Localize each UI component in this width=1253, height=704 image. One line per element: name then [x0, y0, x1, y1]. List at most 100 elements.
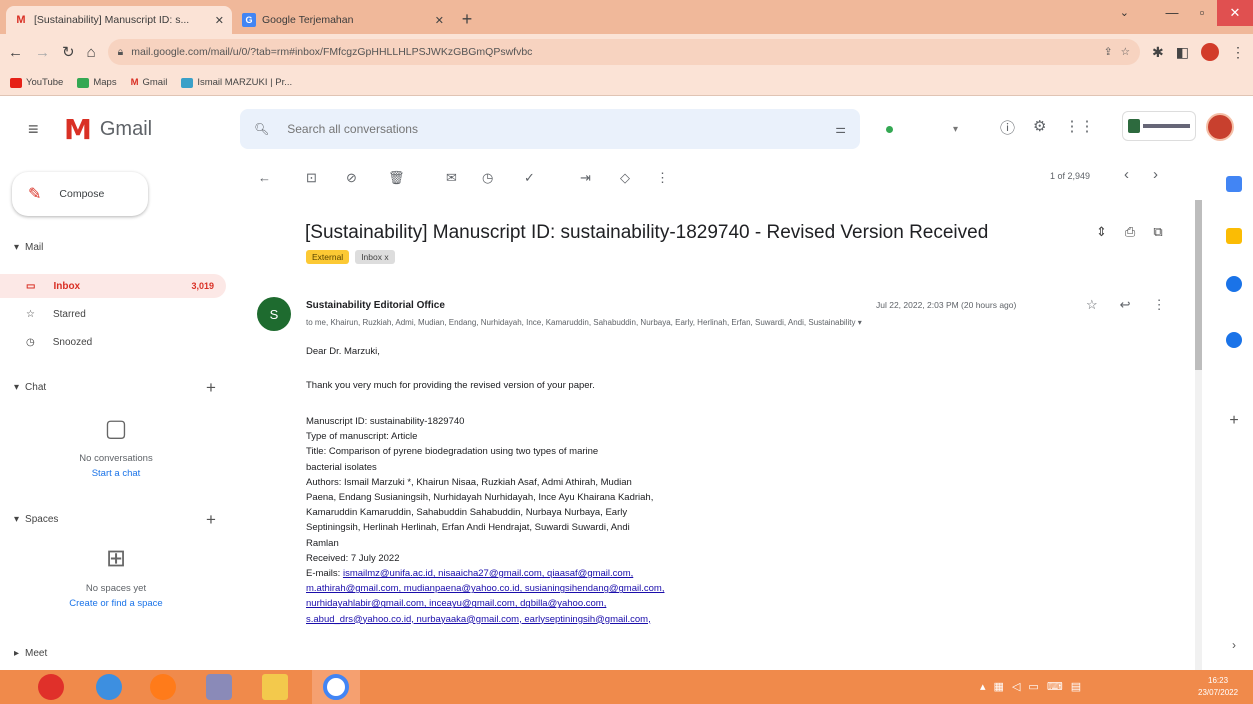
scrollbar-thumb[interactable] [1195, 200, 1202, 370]
help-icon[interactable]: ⓘ [1000, 117, 1015, 138]
bookmark-profile[interactable]: Ismail MARZUKI | Pr... [181, 77, 292, 88]
organization-logo[interactable] [1122, 111, 1196, 141]
notification-icon[interactable]: ▤ [1071, 680, 1081, 693]
print-icon[interactable]: ⎙ [1125, 224, 1135, 240]
system-clock[interactable]: 16:23 23/07/2022 [1198, 675, 1238, 699]
expand-panel-chevron-icon[interactable]: › [1226, 638, 1242, 654]
battery-icon[interactable]: ▭ [1028, 680, 1038, 693]
new-tab-button[interactable]: + [456, 9, 478, 31]
section-spaces[interactable]: ▾ Spaces [14, 514, 58, 525]
calendar-icon[interactable] [1226, 176, 1242, 192]
section-chat[interactable]: ▾ Chat [14, 382, 46, 393]
more-options-icon[interactable]: ⋮ [656, 170, 669, 186]
tasks-icon[interactable] [1226, 276, 1242, 292]
sender-avatar[interactable]: S [257, 297, 291, 331]
email-link[interactable]: s.abud_drs@yahoo.co.id, nurbayaaka@gmail… [306, 612, 776, 627]
chrome-active-icon[interactable] [323, 674, 349, 700]
recipients-line[interactable]: to me, Khairun, Ruzkiah, Admi, Mudian, E… [306, 318, 1096, 327]
add-to-tasks-icon[interactable]: ✓ [524, 170, 535, 186]
snooze-icon[interactable]: ◷ [482, 170, 493, 186]
reload-icon[interactable]: ↻ [62, 43, 75, 61]
status-indicator[interactable]: ▾ [876, 115, 968, 143]
tab-google-translate[interactable]: G Google Terjemahan ✕ [234, 6, 452, 34]
close-window-button[interactable]: ✕ [1217, 0, 1253, 26]
mark-unread-icon[interactable]: ✉ [446, 170, 457, 186]
add-addon-plus-icon[interactable]: + [1226, 412, 1242, 429]
contacts-icon[interactable] [1226, 332, 1242, 348]
url-field[interactable]: 🔒︎ mail.google.com/mail/u/0/?tab=rm#inbo… [107, 39, 1141, 65]
nav-item-inbox[interactable]: ▭ Inbox 3,019 [0, 274, 226, 298]
section-mail[interactable]: ▾ Mail [14, 242, 43, 253]
apps-grid-icon[interactable]: ⋮⋮ [1064, 117, 1094, 138]
search-options-icon[interactable]: ⚌ [835, 122, 846, 136]
newer-chevron-icon[interactable]: ‹ [1124, 166, 1129, 183]
recipients-dropdown-icon[interactable]: ▾ [858, 318, 862, 327]
bookmark-label: Gmail [142, 77, 168, 88]
new-space-plus-icon[interactable]: + [206, 510, 216, 530]
back-arrow-icon[interactable]: ← [258, 170, 271, 185]
create-space-link[interactable]: Create or find a space [0, 598, 232, 609]
account-avatar[interactable] [1206, 113, 1234, 141]
language-icon[interactable]: ⌨ [1047, 680, 1063, 693]
section-label: Mail [25, 242, 44, 253]
reply-icon[interactable]: ↩ [1120, 297, 1131, 313]
star-icon: ☆ [26, 308, 35, 320]
firefox-icon[interactable] [150, 674, 176, 700]
nav-item-snoozed[interactable]: ◷ Snoozed [0, 330, 226, 354]
home-icon[interactable]: ⌂ [87, 44, 96, 61]
app-icon[interactable] [206, 674, 232, 700]
close-tab-icon[interactable]: ✕ [215, 14, 224, 27]
report-spam-icon[interactable]: ⊘ [346, 170, 357, 186]
tray-up-arrow-icon[interactable]: ▴ [980, 680, 986, 693]
chrome-icon[interactable] [96, 674, 122, 700]
email-link[interactable]: nurhidayahlabir@gmail.com, inceayu@gmail… [306, 596, 776, 611]
search-input[interactable] [287, 122, 818, 136]
volume-icon[interactable]: ◁ [1012, 680, 1020, 693]
expand-all-icon[interactable]: ⇕ [1096, 224, 1107, 240]
archive-icon[interactable]: ⊡ [306, 170, 317, 186]
bookmark-maps[interactable]: Maps [77, 77, 117, 88]
keep-icon[interactable] [1226, 228, 1242, 244]
start-opera-icon[interactable] [38, 674, 64, 700]
file-explorer-icon[interactable] [262, 674, 288, 700]
start-chat-link[interactable]: Start a chat [0, 468, 232, 479]
back-icon[interactable]: ← [8, 44, 23, 61]
bookmark-youtube[interactable]: YouTube [10, 77, 63, 88]
maximize-button[interactable]: ▫ [1187, 0, 1217, 26]
new-chat-plus-icon[interactable]: + [206, 378, 216, 398]
side-panel: + › [1216, 160, 1253, 670]
bookmark-gmail[interactable]: M Gmail [131, 77, 168, 88]
main-menu-icon[interactable]: ≡ [28, 119, 39, 140]
sender-name[interactable]: Sustainability Editorial Office [306, 300, 445, 311]
inbox-label[interactable]: Inbox x [355, 250, 395, 264]
section-meet[interactable]: ▸ Meet [14, 648, 47, 659]
bookmark-star-icon[interactable]: ☆ [1121, 46, 1130, 58]
tab-gmail[interactable]: M [Sustainability] Manuscript ID: s... ✕ [6, 6, 232, 34]
tab-search-icon[interactable]: ⌄ [1120, 6, 1129, 19]
email-link[interactable]: ismailmz@unifa.ac.id, nisaaicha27@gmail.… [343, 568, 633, 579]
gmail-logo[interactable]: M Gmail [64, 113, 152, 146]
forward-icon[interactable]: → [35, 44, 50, 61]
browser-menu-icon[interactable]: ⋮ [1231, 44, 1245, 61]
extensions-icon[interactable]: ✱ [1152, 44, 1164, 61]
share-icon[interactable]: ⇪ [1104, 46, 1113, 58]
open-new-window-icon[interactable]: ⧉ [1153, 224, 1162, 240]
side-panel-icon[interactable]: ◧ [1176, 44, 1189, 61]
compose-button[interactable]: ✎ Compose [12, 172, 148, 216]
network-icon[interactable]: ▦ [994, 680, 1004, 693]
older-chevron-icon[interactable]: › [1153, 166, 1158, 183]
more-icon[interactable]: ⋮ [1153, 297, 1166, 313]
nav-item-label: Inbox [53, 280, 81, 292]
move-to-icon[interactable]: ⇥ [580, 170, 591, 186]
delete-icon[interactable]: 🗑︎ [388, 170, 405, 186]
message-scrollbar[interactable] [1195, 200, 1202, 670]
nav-item-starred[interactable]: ☆ Starred [0, 302, 226, 326]
email-link[interactable]: m.athirah@gmail.com, mudianpaena@yahoo.c… [306, 581, 776, 596]
search-icon[interactable]: 🔍︎ [254, 122, 269, 136]
settings-gear-icon[interactable]: ⚙ [1033, 117, 1046, 138]
close-tab-icon[interactable]: ✕ [435, 14, 444, 27]
star-icon[interactable]: ☆ [1086, 297, 1098, 313]
label-icon[interactable]: ◇ [620, 170, 630, 186]
minimize-button[interactable]: — [1157, 0, 1187, 26]
profile-avatar[interactable] [1201, 43, 1219, 61]
